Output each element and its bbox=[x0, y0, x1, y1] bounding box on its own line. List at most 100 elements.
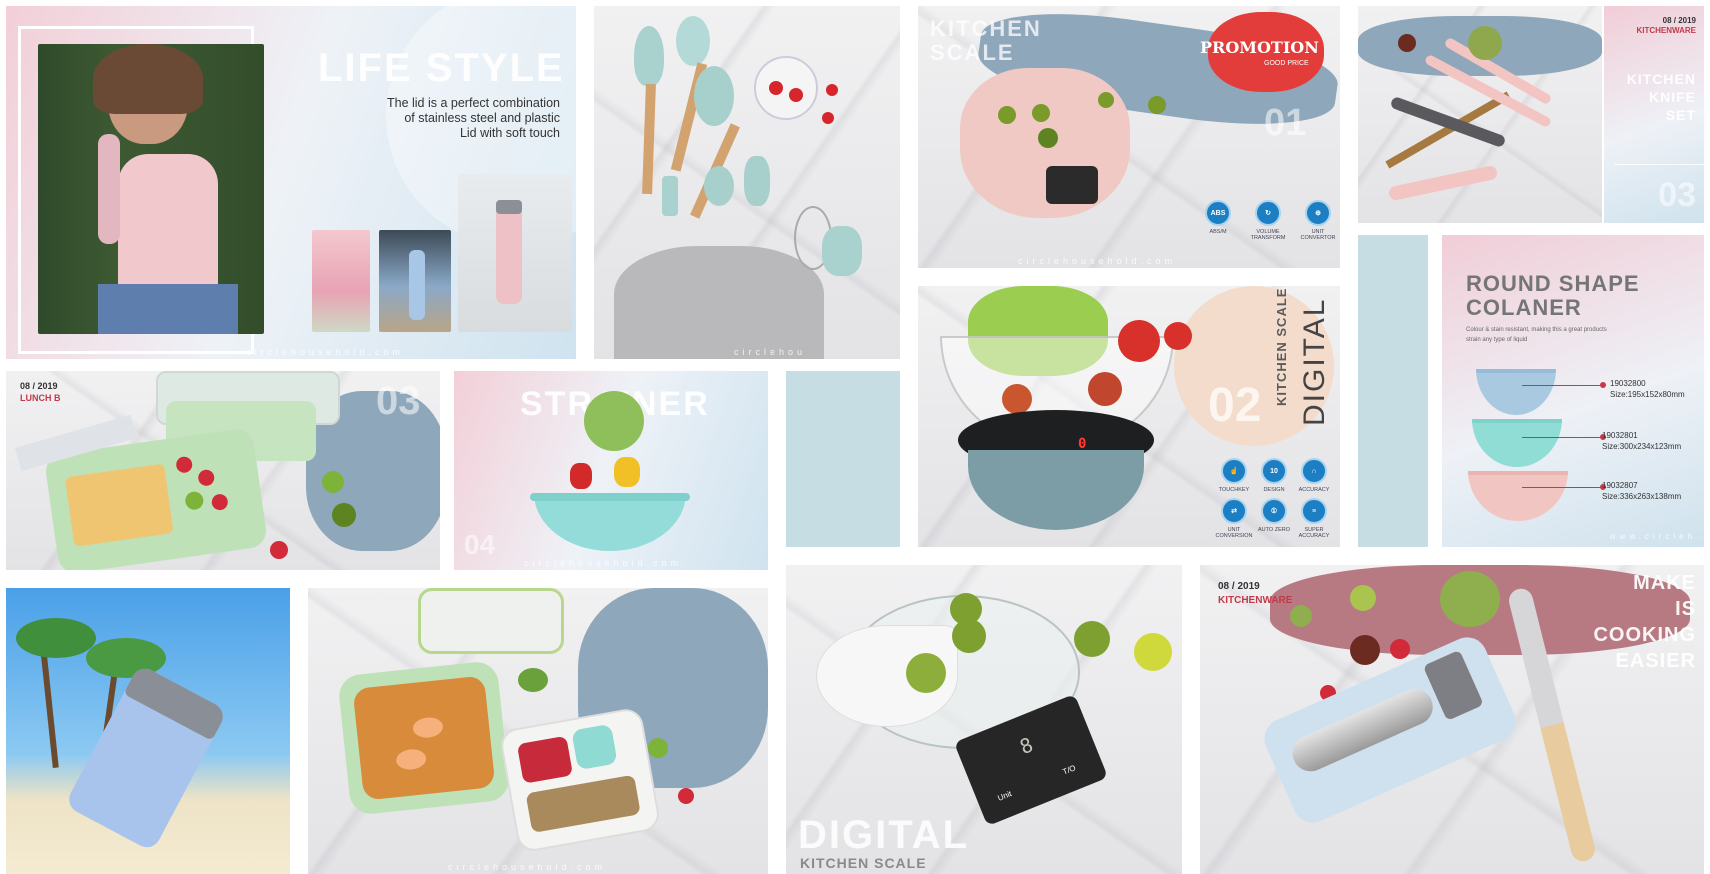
tare-key: T/O bbox=[1061, 763, 1078, 777]
snack-container bbox=[498, 706, 662, 854]
yellow-pepper bbox=[614, 457, 640, 487]
blue-strip-left bbox=[786, 371, 900, 547]
promotion-label: PROMOTION bbox=[1200, 38, 1319, 57]
knife-title-1: KITCHEN bbox=[1626, 71, 1696, 87]
tomato-bowl bbox=[754, 56, 818, 120]
feature-touchkey: ☝ TOUCHKEY bbox=[1214, 458, 1254, 493]
knife-divider bbox=[1614, 164, 1704, 165]
colander-mint bbox=[1472, 419, 1562, 467]
colander-size-1: Size:195x152x80mm bbox=[1610, 390, 1685, 399]
colander-pink bbox=[1468, 471, 1568, 521]
unit-convertor-icon: ⊕ bbox=[1305, 200, 1331, 226]
lunchbox2-url: circlehousehold.com bbox=[448, 862, 607, 872]
colander-tile: ROUND SHAPE COLANER Colour & stain resis… bbox=[1442, 235, 1704, 547]
pink-bottle-photo bbox=[458, 174, 572, 332]
spoon-2 bbox=[694, 66, 734, 126]
lifestyle-desc-1: The lid is a perfect combination bbox=[386, 96, 560, 110]
colander-code-2: 19032801 bbox=[1602, 431, 1638, 440]
feature-design: 10 DESIGN bbox=[1254, 458, 1294, 493]
utensils-tile: circlehou bbox=[594, 6, 900, 359]
colander-desc-2: strain any type of liquid bbox=[1466, 337, 1528, 343]
lunchbox-date: 08 / 2019 bbox=[20, 381, 58, 391]
colander-title-2: COLANER bbox=[1466, 295, 1582, 320]
sharpener-title-2: IS bbox=[1675, 598, 1696, 620]
lunchbox2-tile: circlehousehold.com bbox=[308, 588, 768, 874]
lunchbox-brand: LUNCH B bbox=[20, 393, 61, 403]
glass-scale-display: 8 bbox=[1016, 732, 1037, 760]
colander-blue bbox=[1476, 369, 1556, 415]
knife-text-tile: 08 / 2019 KITCHENWARE KITCHEN KNIFE SET … bbox=[1604, 6, 1704, 223]
colander-url: www.circleh bbox=[1609, 532, 1696, 541]
auto-zero-icon: ① bbox=[1261, 498, 1287, 524]
strainer-number: 04 bbox=[464, 529, 496, 560]
blue-strip-right bbox=[1358, 235, 1428, 547]
knife-title-2: KNIFE bbox=[1649, 89, 1696, 105]
scale-promo-features: ABS ABS/M ↻ VOLUME TRANSFORM ⊕ UNIT CONV… bbox=[1198, 200, 1338, 241]
knife-number: 03 bbox=[1658, 176, 1696, 214]
colander-code-1: 19032800 bbox=[1610, 379, 1646, 388]
glass-scale-title-2: KITCHEN SCALE bbox=[800, 855, 927, 871]
strainer-url: circlehousehold.com bbox=[524, 558, 683, 568]
digital-scale-features-2: ⇄ UNIT CONVERSION ① AUTO ZERO ≡ SUPER AC… bbox=[1214, 498, 1334, 539]
scale-promo-title-2: SCALE bbox=[930, 40, 1015, 65]
scale-promo-title-1: KITCHEN bbox=[930, 16, 1042, 41]
lifestyle-tile: LIFE STYLE The lid is a perfect combinat… bbox=[6, 6, 576, 359]
sharpener-title-1: MAKE bbox=[1633, 572, 1696, 594]
scale-promo-tile: KITCHEN SCALE PROMOTION GOOD PRICE 01 AB… bbox=[918, 6, 1340, 268]
scale-base bbox=[968, 450, 1144, 530]
digital-scale-title-1: KITCHEN SCALE bbox=[1274, 287, 1289, 406]
scale-promo-number: 01 bbox=[1264, 102, 1307, 144]
beach-tile bbox=[6, 588, 290, 874]
feature-auto-zero: ① AUTO ZERO bbox=[1254, 498, 1294, 539]
colander-size-3: Size:336x263x138mm bbox=[1602, 492, 1682, 501]
super-accuracy-icon: ≡ bbox=[1301, 498, 1327, 524]
sharpener-body bbox=[1258, 630, 1522, 830]
lifestyle-title: LIFE STYLE bbox=[318, 46, 565, 90]
bottle-hand-photo bbox=[379, 230, 451, 332]
colander-desc-1: Colour & stain resistant, making this a … bbox=[1466, 327, 1607, 333]
utensils-url: circlehou bbox=[734, 347, 807, 357]
feature-accuracy: ∩ ACCURACY bbox=[1294, 458, 1334, 493]
unit-conversion-icon: ⇄ bbox=[1221, 498, 1247, 524]
red-pepper bbox=[570, 463, 592, 489]
knife-sheath bbox=[1387, 164, 1499, 202]
knife-title-3: SET bbox=[1665, 107, 1696, 123]
lifestyle-desc-2: of stainless steel and plastic bbox=[404, 111, 560, 125]
promotion-badge: PROMOTION GOOD PRICE bbox=[1200, 12, 1324, 92]
feature-abs: ABS ABS/M bbox=[1198, 200, 1238, 241]
sharpener-title-3: COOKING bbox=[1593, 624, 1696, 646]
accuracy-icon: ∩ bbox=[1301, 458, 1327, 484]
feature-unit-conversion: ⇄ UNIT CONVERSION bbox=[1214, 498, 1254, 539]
blue-strainer bbox=[530, 493, 690, 551]
lettuce bbox=[584, 391, 644, 451]
sharpener-tile: 08 / 2019 KITCHENWARE MAKE IS COOKING EA… bbox=[1200, 565, 1704, 874]
lunchbox2-lid bbox=[418, 588, 564, 654]
sharpener-date: 08 / 2019 bbox=[1218, 581, 1260, 592]
towel bbox=[614, 246, 824, 359]
abs-icon: ABS bbox=[1205, 200, 1231, 226]
lunchbox-number: 03 bbox=[376, 379, 421, 423]
sharpener-brand: KITCHENWARE bbox=[1218, 595, 1293, 606]
feature-super-accuracy: ≡ SUPER ACCURACY bbox=[1294, 498, 1334, 539]
spatula-1 bbox=[634, 26, 664, 86]
unit-key: Unit bbox=[996, 789, 1013, 803]
digital-scale-tile: 0 02 KITCHEN SCALE DIGITAL ☝ TOUCHKEY 10… bbox=[918, 286, 1340, 547]
knife-photo-tile bbox=[1358, 6, 1602, 223]
colander-size-2: Size:300x234x123mm bbox=[1602, 442, 1682, 451]
lifestyle-url: circlehousehold.com bbox=[246, 347, 405, 357]
flowers-photo bbox=[312, 230, 370, 332]
spoon-1 bbox=[676, 16, 710, 66]
feature-unit: ⊕ UNIT CONVERTOR bbox=[1298, 200, 1338, 241]
strainer-tile: STRAINER 04 circlehousehold.com bbox=[454, 371, 768, 570]
colander-title-1: ROUND SHAPE bbox=[1466, 271, 1640, 296]
digital-scale-title-2: DIGITAL bbox=[1298, 297, 1331, 426]
woman-photo bbox=[38, 44, 264, 334]
knife-date: 08 / 2019 bbox=[1662, 16, 1696, 25]
knife-brand: KITCHENWARE bbox=[1636, 26, 1696, 35]
design-icon: 10 bbox=[1261, 458, 1287, 484]
glass-scale-title-1: DIGITAL bbox=[798, 813, 970, 857]
scale-promo-url: circlehousehold.com bbox=[1018, 256, 1177, 266]
digital-scale-number: 02 bbox=[1208, 379, 1262, 432]
promotion-sub: GOOD PRICE bbox=[1264, 60, 1309, 67]
colander-code-3: 19032807 bbox=[1602, 481, 1638, 490]
